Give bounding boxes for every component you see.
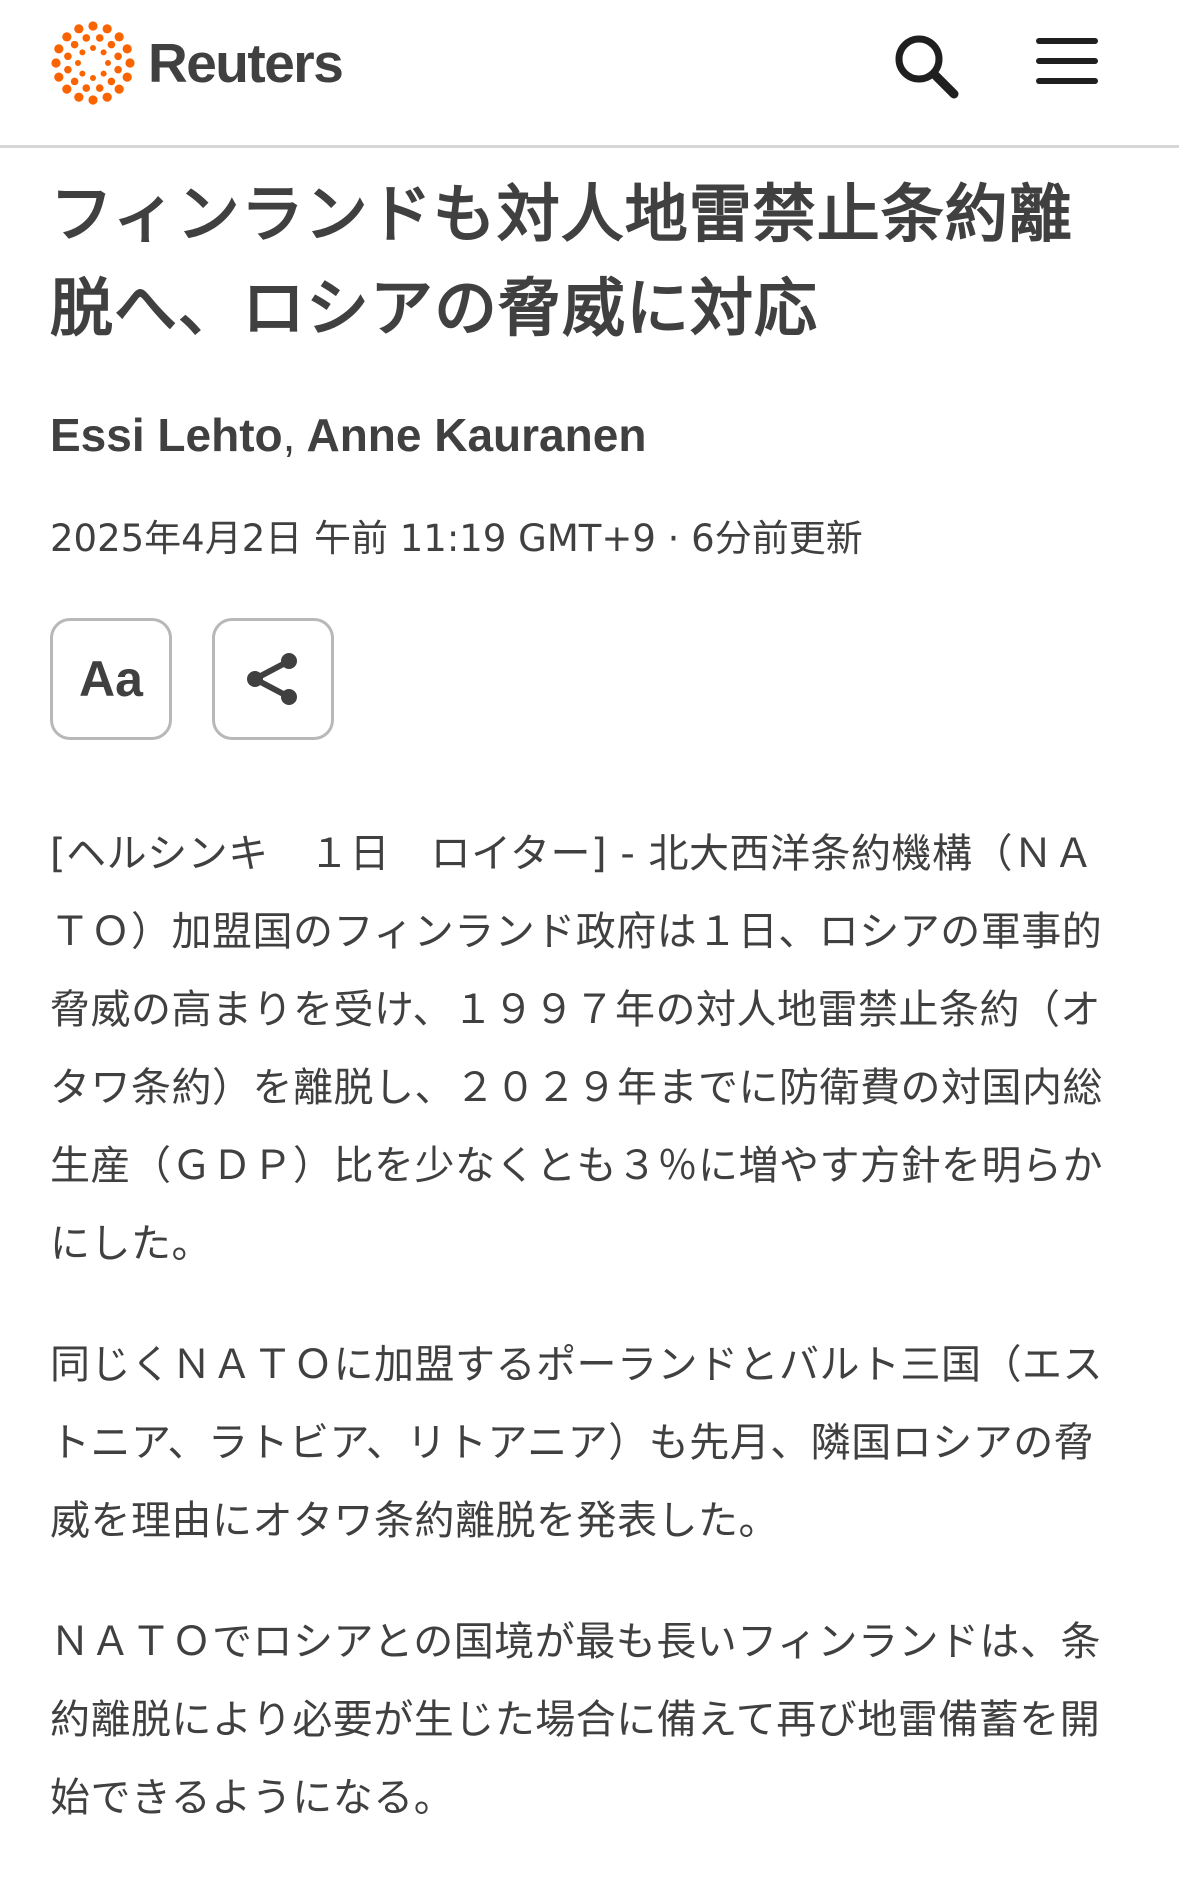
search-icon — [895, 35, 959, 99]
byline: Essi Lehto, Anne Kauranen — [50, 408, 646, 462]
text-size-label: Aa — [79, 651, 143, 707]
site-header: Reuters — [0, 0, 1179, 148]
search-button[interactable] — [890, 30, 962, 102]
reuters-logo-icon — [51, 21, 135, 105]
author-separator: , — [282, 409, 296, 461]
share-icon — [247, 653, 297, 705]
article-paragraph: ＮＡＴＯでロシアとの国境が最も長いフィンランドは、条約離脱により必要が生じた場合… — [50, 1619, 1101, 1821]
brand-name: Reuters — [148, 32, 344, 94]
reuters-logo[interactable]: Reuters — [50, 18, 344, 108]
author-link[interactable]: Essi Lehto — [50, 409, 283, 461]
article-body: [ヘルシンキ １日 ロイター] - 北大西洋条約機構（ＮＡＴＯ）加盟国のフィンラ… — [50, 815, 1130, 1880]
article-paragraph: 同じくＮＡＴＯに加盟するポーランドとバルト三国（エストニア、ラトビア、リトアニア… — [50, 1342, 1103, 1544]
author-link[interactable]: Anne Kauranen — [306, 409, 646, 461]
article-dateline: 2025年4月2日 午前 11:19 GMT+9 · 6分前更新 — [50, 517, 863, 560]
article-paragraph: [ヘルシンキ １日 ロイター] - 北大西洋条約機構（ＮＡＴＯ）加盟国のフィンラ… — [50, 831, 1103, 1267]
text-size-button[interactable]: Aa — [50, 618, 172, 740]
article-headline: フィンランドも対人地雷禁止条約離脱へ、ロシアの脅威に対応 — [50, 178, 1073, 345]
share-button[interactable] — [212, 618, 334, 740]
menu-button[interactable] — [1036, 38, 1098, 88]
